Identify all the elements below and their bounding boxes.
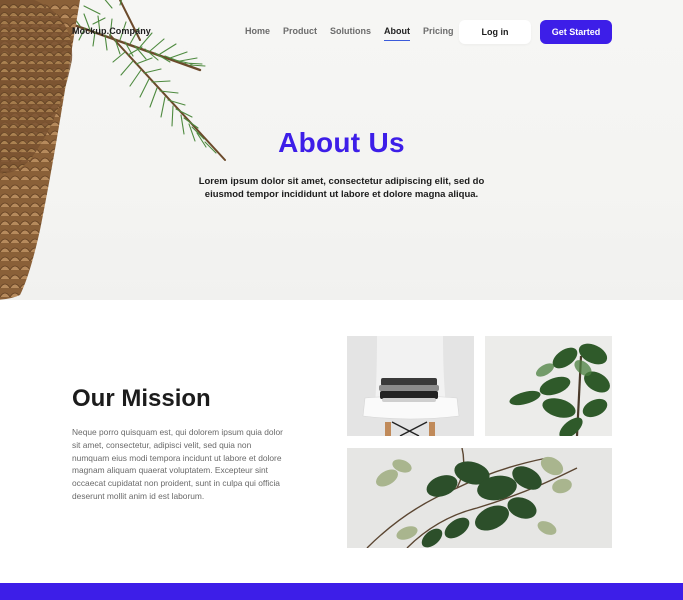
footer-accent-band [0, 583, 683, 600]
nav-item-home[interactable]: Home [245, 26, 270, 41]
login-button[interactable]: Log in [459, 20, 531, 44]
hero-subtitle: Lorem ipsum dolor sit amet, consectetur … [198, 176, 485, 200]
brand-logo[interactable]: Mockup.Company [72, 26, 151, 36]
main-nav: Home Product Solutions About Pricing [245, 26, 467, 41]
potted-plant-image [485, 336, 612, 436]
mission-title: Our Mission [72, 385, 211, 412]
nav-item-about[interactable]: About [384, 26, 411, 41]
hero-section: Mockup.Company Home Product Solutions Ab… [0, 0, 683, 300]
nav-item-pricing[interactable]: Pricing [423, 26, 454, 41]
mission-body: Neque porro quisquam est, qui dolorem ip… [72, 427, 283, 501]
get-started-button[interactable]: Get Started [540, 20, 612, 44]
nav-item-solutions[interactable]: Solutions [330, 26, 371, 41]
chair-with-towels-image [347, 336, 474, 436]
page-title: About Us [278, 127, 405, 158]
leafy-branch-image [347, 448, 612, 548]
nav-item-product[interactable]: Product [283, 26, 317, 41]
